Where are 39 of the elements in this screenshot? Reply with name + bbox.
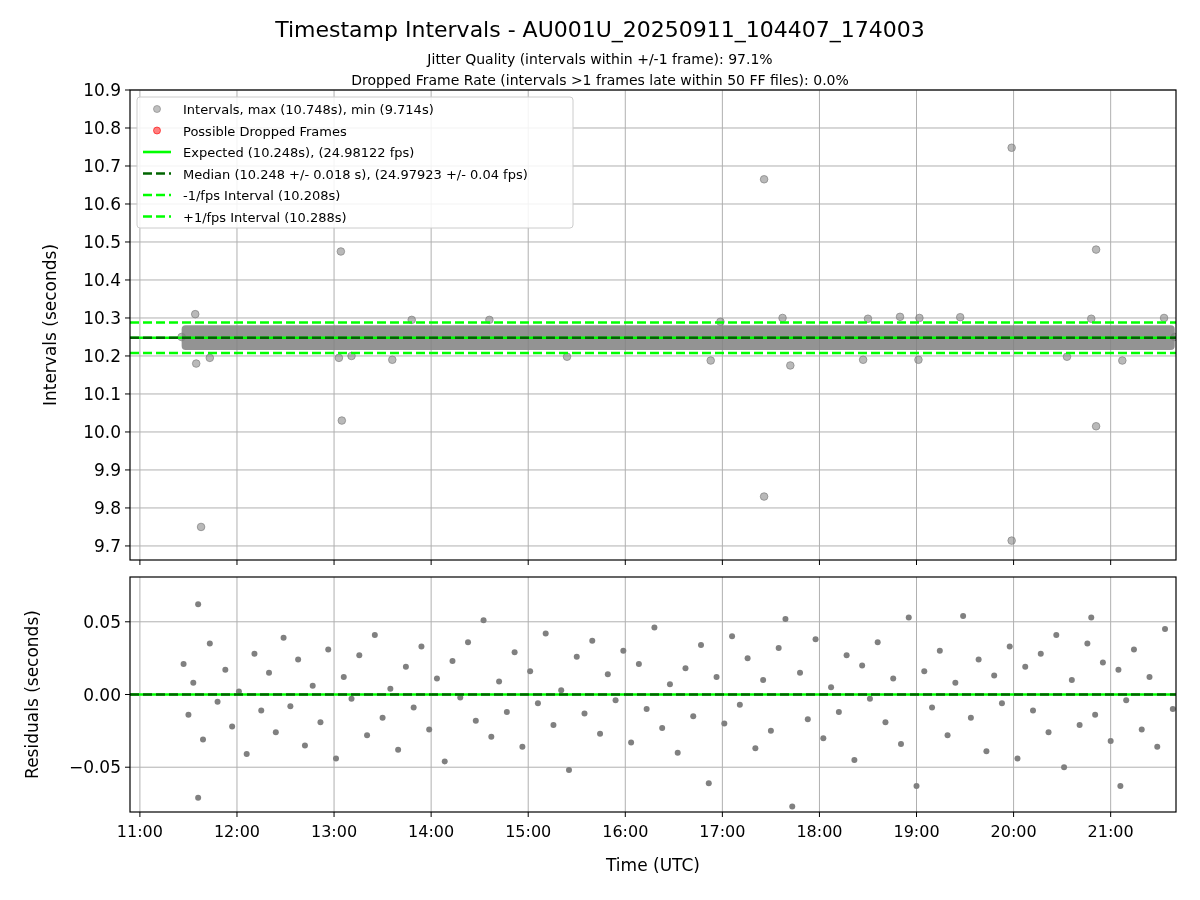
y-axis-label: Intervals (seconds) <box>40 243 60 407</box>
x-tick-label: 19:00 <box>893 822 940 841</box>
y-tick-label: 10.7 <box>83 156 121 176</box>
figure-subtitle: Jitter Quality (intervals within +/-1 frame): 97.1% <box>427 51 773 67</box>
x-axis-label: Time (UTC) <box>606 855 700 875</box>
y-tick-label: 9.7 <box>93 535 121 556</box>
y-tick-label: 9.8 <box>93 497 121 518</box>
y-tick-label: 10.5 <box>83 232 121 252</box>
y-axis-label: Residuals (seconds) <box>22 610 42 779</box>
y-tick-label: 10.0 <box>83 421 121 442</box>
x-tick-label: 13:00 <box>311 822 358 841</box>
x-tick-label: 17:00 <box>699 822 746 841</box>
legend-label: Possible Dropped Frames <box>183 123 347 139</box>
figure-subtitle: Dropped Frame Rate (intervals >1 frames late within 50 FF files): 0.0% <box>351 72 849 88</box>
y-tick-label: 10.6 <box>83 194 121 214</box>
legend-label: +1/fps Interval (10.288s) <box>183 209 347 225</box>
y-tick-label: 10.4 <box>83 270 121 290</box>
y-tick-label: 9.9 <box>93 459 121 480</box>
y-tick-label: 10.3 <box>83 307 121 328</box>
legend-label: Median (10.248 +/- 0.018 s), (24.97923 +/- 0.04 fps) <box>183 166 528 182</box>
x-tick-label: 14:00 <box>408 822 455 841</box>
x-tick-label: 11:00 <box>116 822 163 841</box>
x-tick-label: 20:00 <box>990 822 1037 841</box>
x-tick-label: 15:00 <box>505 822 552 841</box>
y-tick-label: 10.8 <box>83 118 121 138</box>
x-tick-label: 18:00 <box>796 822 843 841</box>
x-tick-label: 16:00 <box>602 822 649 841</box>
x-tick-label: 12:00 <box>213 822 261 841</box>
legend-label: Expected (10.248s), (24.98122 fps) <box>183 145 415 160</box>
figure-title: Timestamp Intervals - AU001U_20250911_104407_174003 <box>275 17 925 42</box>
y-tick-label: 10.9 <box>83 80 121 100</box>
y-tick-label: 0.00 <box>83 684 121 705</box>
x-tick-label: 21:00 <box>1087 822 1134 841</box>
y-tick-label: −0.05 <box>68 757 121 778</box>
y-tick-label: 10.1 <box>83 383 121 404</box>
legend-label: -1/fps Interval (10.208s) <box>183 188 341 203</box>
legend-label: Intervals, max (10.748s), min (9.714s) <box>183 102 434 117</box>
y-tick-label: 0.05 <box>83 611 121 632</box>
y-tick-label: 10.2 <box>83 345 121 366</box>
